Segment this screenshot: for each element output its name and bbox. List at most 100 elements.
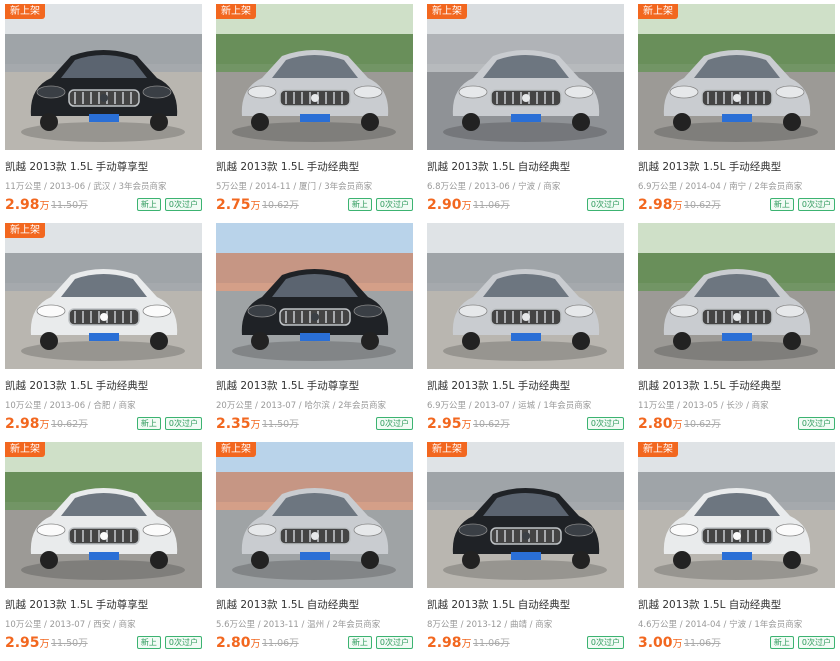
original-price: 11.06万	[262, 638, 299, 649]
listing-tag: 0次过户	[797, 198, 835, 211]
listing-title[interactable]: 凯越 2013款 1.5L 手动经典型	[638, 378, 835, 393]
price: 2.98万	[5, 196, 50, 216]
listing-title[interactable]: 凯越 2013款 1.5L 手动经典型	[638, 159, 835, 174]
listing-tag: 0次过户	[375, 198, 413, 211]
listing-card[interactable]: 新上架 凯越 2013款 1.5L 自动经典型 5.6万公里 / 2013-11 /…	[216, 442, 413, 652]
listing-meta: 10万公里 / 2013-06 / 合肥 / 商家	[5, 401, 136, 411]
car-photo[interactable]: 新上架	[216, 442, 413, 588]
listing-tag: 新上	[136, 417, 161, 430]
price-value: 2.90	[427, 197, 462, 213]
listing-tag: 0次过户	[797, 636, 835, 649]
price-unit: 万	[672, 639, 683, 650]
price-row: 2.98万 11.06万 0次过户	[427, 634, 624, 652]
price: 2.90万	[427, 196, 472, 216]
listing-card[interactable]: 新上架凯越 2013款 1.5L 自动经典型 8万公里 / 2013-12 / 曲…	[427, 442, 624, 652]
new-listing-badge: 新上架	[5, 4, 45, 19]
new-listing-badge: 新上架	[216, 4, 256, 19]
listing-title[interactable]: 凯越 2013款 1.5L 手动经典型	[427, 378, 624, 393]
car-photo[interactable]: 新上架	[5, 4, 202, 150]
original-price: 10.62万	[684, 200, 721, 211]
car-photo[interactable]: 新上架	[638, 442, 835, 588]
new-listing-badge: 新上架	[5, 442, 45, 457]
listing-card[interactable]: 凯越 2013款 1.5L 手动经典型 11万公里 / 2013-05 / 长沙 …	[638, 223, 835, 433]
price-unit: 万	[39, 201, 50, 212]
price-row: 2.98万 11.50万 新上 0次过户	[5, 196, 202, 214]
tag-list: 新上 0次过户	[136, 417, 202, 430]
listing-card[interactable]: 凯越 2013款 1.5L 手动经典型 6.9万公里 / 2013-07 / 运城…	[427, 223, 624, 433]
listing-title[interactable]: 凯越 2013款 1.5L 手动经典型	[216, 159, 413, 174]
original-price: 11.50万	[51, 638, 88, 649]
listing-card[interactable]: 新上架 凯越 2013款 1.5L 自动经典型 4.6万公里 / 2014-04 /…	[638, 442, 835, 652]
car-photo[interactable]	[638, 223, 835, 369]
price-row: 2.95万 11.50万 新上 0次过户	[5, 634, 202, 652]
listing-title[interactable]: 凯越 2013款 1.5L 自动经典型	[427, 597, 624, 612]
price-value: 2.35	[216, 416, 251, 432]
listing-tag: 0次过户	[797, 417, 835, 430]
listing-card[interactable]: 凯越 2013款 1.5L 手动尊享型 20万公里 / 2013-07 / 哈尔滨…	[216, 223, 413, 433]
price: 2.98万	[427, 634, 472, 654]
listing-card[interactable]: 新上架 凯越 2013款 1.5L 手动经典型 5万公里 / 2014-11 / 厦…	[216, 4, 413, 214]
price: 2.80万	[216, 634, 261, 654]
price-unit: 万	[672, 201, 683, 212]
listing-tag: 0次过户	[586, 636, 624, 649]
price-row: 2.98万 10.62万 新上 0次过户	[5, 415, 202, 433]
car-image	[427, 442, 624, 588]
listing-title[interactable]: 凯越 2013款 1.5L 手动尊享型	[216, 378, 413, 393]
car-photo[interactable]	[427, 223, 624, 369]
listing-tag: 0次过户	[164, 636, 202, 649]
car-photo[interactable]: 新上架	[5, 223, 202, 369]
car-photo[interactable]	[216, 223, 413, 369]
price-unit: 万	[250, 639, 261, 650]
price-value: 2.98	[5, 416, 40, 432]
listing-title[interactable]: 凯越 2013款 1.5L 手动尊享型	[5, 159, 202, 174]
car-photo[interactable]: 新上架	[427, 442, 624, 588]
price-row: 2.75万 10.62万 新上 0次过户	[216, 196, 413, 214]
car-image	[216, 442, 413, 588]
listing-title[interactable]: 凯越 2013款 1.5L 自动经典型	[427, 159, 624, 174]
new-listing-badge: 新上架	[638, 4, 678, 19]
listing-card[interactable]: 新上架凯越 2013款 1.5L 手动经典型 6.9万公里 / 2014-04 /…	[638, 4, 835, 214]
price-row: 3.00万 11.06万 新上 0次过户	[638, 634, 835, 652]
listing-meta: 20万公里 / 2013-07 / 哈尔滨 / 2年会员商家	[216, 401, 387, 411]
car-photo[interactable]: 新上架	[638, 4, 835, 150]
listing-tag: 新上	[347, 636, 372, 649]
listing-title[interactable]: 凯越 2013款 1.5L 手动尊享型	[5, 597, 202, 612]
listing-tag: 新上	[769, 198, 794, 211]
listing-meta: 8万公里 / 2013-12 / 曲靖 / 商家	[427, 620, 553, 630]
car-image	[216, 4, 413, 150]
listing-card[interactable]: 新上架凯越 2013款 1.5L 手动尊享型 10万公里 / 2013-07 / …	[5, 442, 202, 652]
tag-list: 0次过户	[375, 417, 413, 430]
listing-card[interactable]: 新上架 凯越 2013款 1.5L 手动尊享型 11万公里 / 2013-06 / …	[5, 4, 202, 214]
car-image	[638, 442, 835, 588]
listing-card[interactable]: 新上架 凯越 2013款 1.5L 自动经典型 6.8万公里 / 2013-06 /…	[427, 4, 624, 214]
listing-meta: 6.9万公里 / 2013-07 / 运城 / 1年会员商家	[427, 401, 592, 411]
listing-tag: 0次过户	[164, 417, 202, 430]
price: 2.80万	[638, 415, 683, 435]
listing-meta: 6.9万公里 / 2014-04 / 南宁 / 2年会员商家	[638, 182, 803, 192]
listing-title[interactable]: 凯越 2013款 1.5L 自动经典型	[638, 597, 835, 612]
price: 2.95万	[5, 634, 50, 654]
listing-tag: 新上	[136, 198, 161, 211]
listing-title[interactable]: 凯越 2013款 1.5L 手动经典型	[5, 378, 202, 393]
price: 2.75万	[216, 196, 261, 216]
tag-list: 0次过户	[797, 417, 835, 430]
car-image	[5, 442, 202, 588]
price-row: 2.35万 11.50万 0次过户	[216, 415, 413, 433]
original-price: 11.50万	[262, 419, 299, 430]
listing-title[interactable]: 凯越 2013款 1.5L 自动经典型	[216, 597, 413, 612]
original-price: 11.50万	[51, 200, 88, 211]
car-photo[interactable]: 新上架	[5, 442, 202, 588]
listing-tag: 新上	[347, 198, 372, 211]
car-photo[interactable]: 新上架	[216, 4, 413, 150]
car-photo[interactable]: 新上架	[427, 4, 624, 150]
listing-meta: 10万公里 / 2013-07 / 西安 / 商家	[5, 620, 136, 630]
original-price: 10.62万	[262, 200, 299, 211]
listing-tag: 0次过户	[586, 417, 624, 430]
price: 2.98万	[638, 196, 683, 216]
listing-grid: 新上架 凯越 2013款 1.5L 手动尊享型 11万公里 / 2013-06 / …	[0, 0, 840, 661]
price-value: 2.98	[427, 635, 462, 651]
original-price: 10.62万	[473, 419, 510, 430]
car-image	[427, 4, 624, 150]
listing-card[interactable]: 新上架凯越 2013款 1.5L 手动经典型 10万公里 / 2013-06 / …	[5, 223, 202, 433]
original-price: 11.06万	[684, 638, 721, 649]
